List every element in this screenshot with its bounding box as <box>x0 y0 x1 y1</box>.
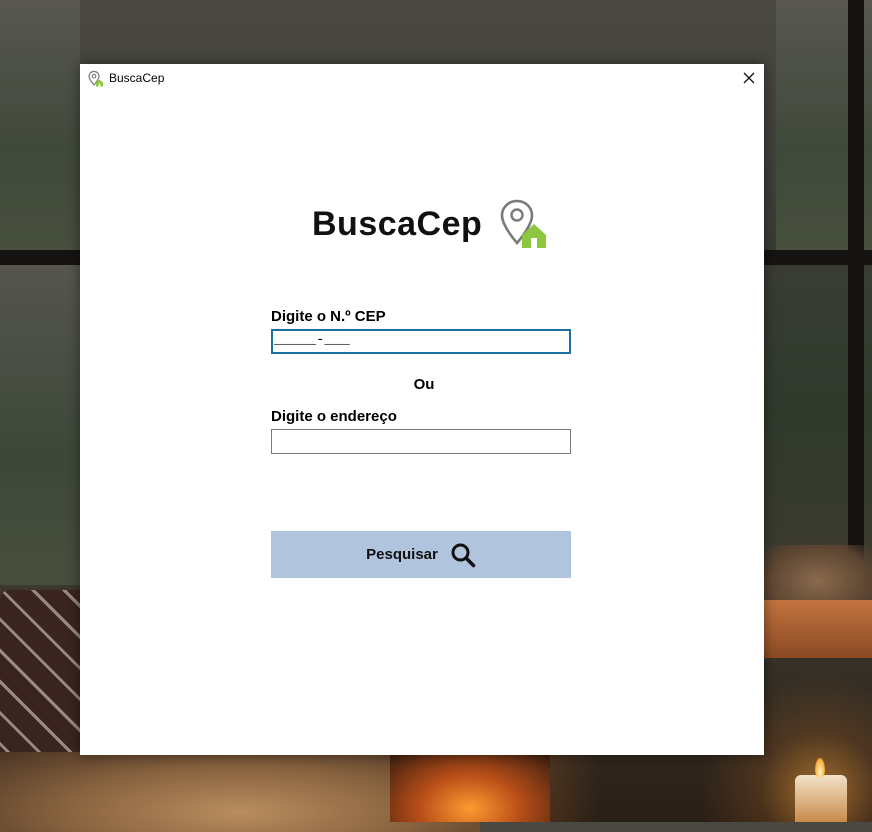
window-frame <box>0 250 80 265</box>
app-location-icon <box>88 70 103 87</box>
search-button[interactable]: Pesquisar <box>271 531 571 578</box>
address-label: Digite o endereço <box>271 408 397 425</box>
close-icon <box>743 72 755 84</box>
buscacep-window: BuscaCep BuscaCep Digite o N.º CEP _____… <box>80 64 764 755</box>
location-pin-house-icon <box>500 199 547 248</box>
logo-text: BuscaCep <box>312 204 483 243</box>
window-pane <box>0 265 80 585</box>
basket <box>764 545 872 605</box>
pillow <box>0 590 80 760</box>
search-icon <box>451 543 476 567</box>
cep-label: Digite o N.º CEP <box>271 308 386 325</box>
fireplace <box>390 755 550 822</box>
wooden-table <box>764 600 872 658</box>
cep-input[interactable] <box>271 329 571 354</box>
or-separator: Ou <box>413 376 435 393</box>
search-button-label: Pesquisar <box>366 546 438 563</box>
address-input[interactable] <box>271 429 571 454</box>
candle-flame <box>815 758 825 778</box>
close-button[interactable] <box>734 64 764 92</box>
candle <box>795 775 847 822</box>
app-logo: BuscaCep <box>312 194 550 254</box>
window-frame <box>848 0 864 580</box>
title-bar[interactable]: BuscaCep <box>80 64 764 94</box>
window-pane <box>0 0 80 250</box>
window-title: BuscaCep <box>109 71 165 85</box>
